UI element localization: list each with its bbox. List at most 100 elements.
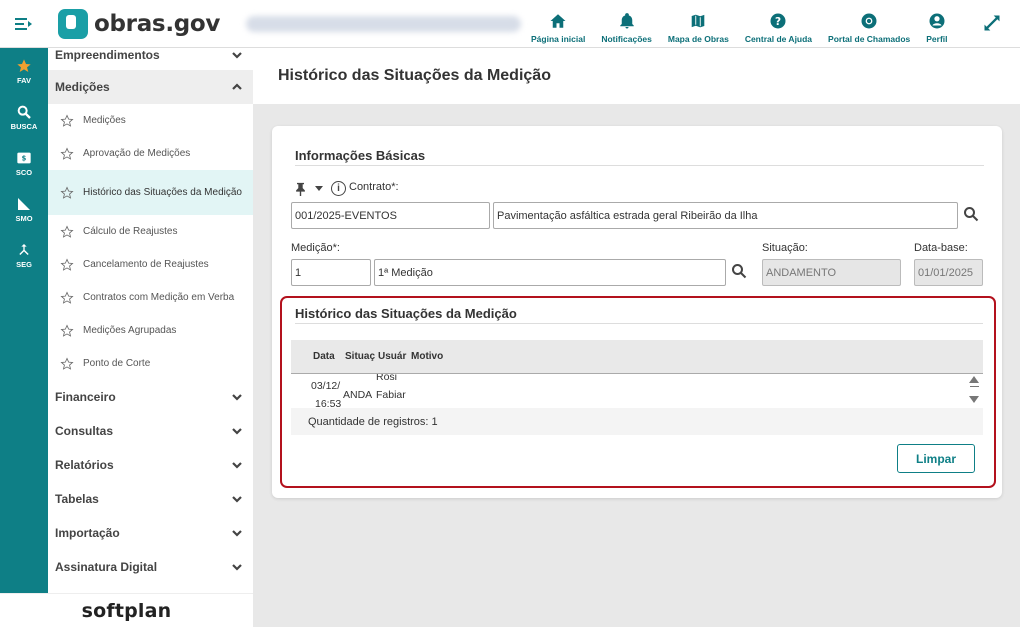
contract-code-input[interactable]: 001/2025-EVENTOS — [291, 202, 490, 229]
scroll-divider — [970, 386, 979, 387]
column-header-user[interactable]: Usuár — [378, 351, 409, 362]
sidebar-section-importacao[interactable]: Importação — [48, 516, 253, 550]
rail-fav[interactable]: FAV — [0, 48, 48, 94]
chevron-up-icon — [231, 81, 243, 93]
rail-smo[interactable]: SMO — [0, 186, 48, 232]
page-title: Histórico das Situações da Medição — [253, 48, 1020, 104]
sidebar-item-cancelamento-reajustes[interactable]: Cancelamento de Reajustes — [48, 248, 253, 281]
sidebar-section-consultas[interactable]: Consultas — [48, 414, 253, 448]
column-header-date[interactable]: Data — [313, 351, 343, 362]
star-outline-icon[interactable] — [60, 257, 74, 272]
sidebar-menu: Empreendimentos Medições Medições Aprova… — [48, 48, 253, 593]
base-date-label: Data-base: — [914, 242, 968, 254]
environment-label-blurred — [246, 15, 522, 32]
measurement-number-input[interactable]: 1 — [291, 259, 371, 286]
status-field: ANDAMENTO — [762, 259, 901, 286]
sidebar-item-contratos-verba[interactable]: Contratos com Medição em Verba — [48, 281, 253, 314]
sidebar-section-relatorios[interactable]: Relatórios — [48, 448, 253, 482]
cell-time: 16:53 — [315, 398, 342, 408]
bell-icon — [619, 13, 634, 29]
pin-icon[interactable] — [294, 182, 307, 196]
search-icon — [17, 105, 31, 119]
measurement-label: Medição*: — [291, 242, 340, 254]
cell-date: 03/12/ — [311, 380, 341, 392]
info-icon[interactable]: i — [331, 181, 346, 196]
help-icon: ? — [770, 13, 786, 29]
sidebar-item-aprovacao[interactable]: Aprovação de Medições — [48, 137, 253, 170]
svg-text:?: ? — [775, 16, 781, 28]
sidebar-section-assinatura-digital[interactable]: Assinatura Digital — [48, 550, 253, 584]
fork-icon — [19, 243, 29, 255]
search-contract-icon[interactable] — [963, 206, 979, 222]
chevron-down-icon — [231, 391, 243, 403]
sidebar-item-historico[interactable]: Histórico das Situações da Medição — [48, 170, 253, 215]
contract-description-input[interactable]: Pavimentação asfáltica estrada geral Rib… — [493, 202, 958, 229]
softplan-logo: softplan — [0, 593, 253, 627]
rail-seg[interactable]: SEG — [0, 232, 48, 278]
user-icon — [929, 13, 945, 29]
search-measurement-icon[interactable] — [731, 263, 747, 279]
star-outline-icon[interactable] — [60, 113, 74, 128]
chevron-down-icon — [231, 49, 243, 61]
star-outline-icon[interactable] — [60, 356, 74, 371]
ruler-icon — [18, 197, 30, 210]
scroll-up-icon[interactable] — [969, 376, 979, 383]
menu-toggle-icon[interactable] — [0, 0, 48, 48]
sidebar-section-financeiro[interactable]: Financeiro — [48, 380, 253, 414]
sidebar-item-medicoes-agrupadas[interactable]: Medições Agrupadas — [48, 314, 253, 347]
sidebar-item-calculo-reajustes[interactable]: Cálculo de Reajustes — [48, 215, 253, 248]
left-rail: FAV BUSCA $ SCO SMO SEG — [0, 48, 48, 593]
nav-map[interactable]: Mapa de Obras — [660, 0, 737, 44]
sidebar-section-medicoes[interactable]: Medições — [48, 70, 253, 104]
cell-user-line2: Fabiar — [376, 389, 406, 401]
sidebar-section-empreendimentos[interactable]: Empreendimentos — [48, 48, 253, 66]
header-nav: Página inicial Notificações Mapa de Obra… — [523, 0, 956, 48]
sidebar-item-ponto-corte[interactable]: Ponto de Corte — [48, 347, 253, 380]
column-header-reason[interactable]: Motivo — [411, 351, 471, 362]
history-title: Histórico das Situações da Medição — [295, 306, 983, 324]
column-header-status[interactable]: Situaç — [345, 351, 377, 362]
star-outline-icon[interactable] — [60, 323, 74, 338]
svg-text:$: $ — [22, 154, 27, 162]
chevron-down-icon — [231, 493, 243, 505]
nav-notifications[interactable]: Notificações — [593, 0, 660, 44]
measurement-description-input[interactable]: 1ª Medição — [374, 259, 726, 286]
logo-icon — [58, 8, 88, 39]
scroll-down-icon[interactable] — [969, 396, 979, 403]
nav-help[interactable]: ? Central de Ajuda — [737, 0, 820, 44]
star-outline-icon[interactable] — [60, 224, 74, 239]
nav-home[interactable]: Página inicial — [523, 0, 593, 44]
star-icon — [17, 58, 31, 72]
star-outline-icon[interactable] — [60, 146, 74, 161]
chevron-down-icon — [231, 425, 243, 437]
history-panel: Histórico das Situações da Medição Data … — [280, 296, 996, 488]
basic-info-title: Informações Básicas — [295, 148, 984, 166]
cell-user: Rosi — [376, 374, 398, 383]
map-icon — [691, 13, 706, 29]
nav-support[interactable]: Portal de Chamados — [820, 0, 918, 44]
history-table-body: 03/12/ 16:53 ANDA Rosi Fabiar — [291, 374, 983, 408]
rail-sco[interactable]: $ SCO — [0, 140, 48, 186]
app-name: obras.gov — [94, 10, 221, 37]
star-outline-icon[interactable] — [60, 185, 74, 200]
contract-label: Contrato*: — [349, 181, 399, 193]
rail-busca[interactable]: BUSCA — [0, 94, 48, 140]
cell-status: ANDA — [343, 389, 373, 401]
support-icon — [861, 13, 877, 29]
chevron-down-icon — [231, 561, 243, 573]
history-table-header: Data Situaç Usuár Motivo — [291, 340, 983, 374]
chevron-down-icon — [231, 459, 243, 471]
caret-down-icon[interactable] — [315, 186, 323, 191]
clear-button[interactable]: Limpar — [897, 444, 975, 473]
sco-icon: $ — [17, 152, 31, 163]
sidebar-section-tabelas[interactable]: Tabelas — [48, 482, 253, 516]
records-count: Quantidade de registros: 1 — [291, 408, 983, 435]
home-icon — [550, 14, 566, 28]
star-outline-icon[interactable] — [60, 290, 74, 305]
fullscreen-icon[interactable] — [982, 13, 1002, 33]
sidebar-item-medicoes[interactable]: Medições — [48, 104, 253, 137]
nav-profile[interactable]: Perfil — [918, 0, 955, 44]
app-logo[interactable]: obras.gov — [58, 8, 221, 39]
base-date-field: 01/01/2025 — [914, 259, 983, 286]
chevron-down-icon — [231, 527, 243, 539]
